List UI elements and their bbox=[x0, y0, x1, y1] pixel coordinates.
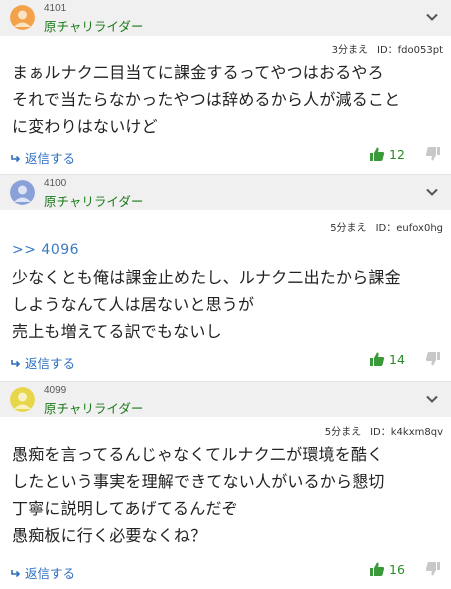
reply-arrow-icon bbox=[11, 154, 21, 162]
thumbs-up-icon bbox=[370, 147, 385, 161]
comment-line: に変わりはないけど bbox=[12, 117, 158, 136]
poster-id: ID：eufox0hg bbox=[375, 223, 443, 234]
chevron-down-icon[interactable] bbox=[425, 392, 439, 406]
timestamp: 3分まえ bbox=[331, 45, 368, 56]
comment-header: 4100 原チャリライダー bbox=[0, 174, 451, 210]
comment-number: 4100 bbox=[44, 178, 67, 189]
comment-line: 愚痴板に行く必要なくね？ bbox=[12, 526, 207, 545]
avatar[interactable] bbox=[10, 180, 35, 205]
poster-id: ID：fdo053pt bbox=[377, 45, 443, 56]
reply-button[interactable]: 返信する bbox=[11, 148, 75, 167]
user-name[interactable]: 原チャリライダー bbox=[44, 16, 143, 35]
avatar[interactable] bbox=[10, 387, 35, 412]
chevron-down-icon[interactable] bbox=[425, 10, 439, 24]
like-count: 14 bbox=[389, 351, 405, 367]
comment-line: したという事実を理解できてない人がいるから懇切 bbox=[12, 472, 385, 491]
comment-line: 少なくとも俺は課金止めたし、ルナク二出たから課金 bbox=[12, 268, 401, 287]
comment-footer: 返信する 14 bbox=[0, 349, 451, 373]
user-name[interactable]: 原チャリライダー bbox=[44, 398, 143, 417]
thumbs-down-icon[interactable] bbox=[425, 561, 441, 577]
person-icon bbox=[10, 387, 35, 412]
like-count: 16 bbox=[389, 561, 405, 577]
comment-header: 4101 原チャリライダー bbox=[0, 0, 451, 36]
thumbs-down-icon[interactable] bbox=[425, 146, 441, 162]
timestamp: 5分まえ bbox=[324, 427, 362, 438]
comment-4100: 4100 原チャリライダー 5分まえ ID：eufox0hg >> 4096 少な… bbox=[0, 174, 451, 379]
thumbs-up-icon bbox=[370, 352, 385, 366]
comment-body: 愚痴を言ってるんじゃなくてルナク二が環境を酷く したという事実を理解できてない人… bbox=[12, 441, 385, 549]
like-count: 12 bbox=[389, 146, 405, 162]
comment-line: それで当たらなかったやつは辞めるから人が減ること bbox=[12, 90, 401, 109]
comment-line: しようなんて人は居ないと思うが bbox=[12, 295, 255, 314]
thumbs-up-icon bbox=[370, 562, 385, 576]
comment-body: >> 4096 少なくとも俺は課金止めたし、ルナク二出たから課金 しようなんて人… bbox=[12, 237, 401, 345]
comment-4101: 4101 原チャリライダー 3分まえ ID：fdo053pt まぁルナク二目当てに… bbox=[0, 0, 451, 172]
comment-feed: 4101 原チャリライダー 3分まえ ID：fdo053pt まぁルナク二目当てに… bbox=[0, 0, 451, 589]
comment-number: 4101 bbox=[44, 3, 67, 14]
like-button[interactable]: 16 bbox=[369, 561, 405, 577]
reply-label: 返信する bbox=[25, 566, 76, 581]
reply-arrow-icon bbox=[11, 569, 21, 577]
timestamp: 5分まえ bbox=[330, 223, 367, 234]
avatar[interactable] bbox=[10, 5, 35, 30]
user-name[interactable]: 原チャリライダー bbox=[44, 191, 143, 210]
comment-line: 売上も増えてる訳でもないし bbox=[12, 322, 222, 341]
comment-line: 愚痴を言ってるんじゃなくてルナク二が環境を酷く bbox=[12, 445, 384, 464]
reply-anchor-link[interactable]: >> 4096 bbox=[12, 237, 401, 264]
comment-number: 4099 bbox=[44, 385, 67, 396]
like-button[interactable]: 12 bbox=[369, 146, 405, 162]
reply-button[interactable]: 返信する bbox=[11, 353, 75, 372]
person-icon bbox=[10, 180, 35, 205]
comment-body: まぁルナク二目当てに課金するってやつはおるやろ それで当たらなかったやつは辞める… bbox=[12, 59, 400, 140]
comment-4099: 4099 原チャリライダー 5分まえ ID：k4kxm8qv 愚痴を言ってるんじゃ… bbox=[0, 381, 451, 589]
comment-meta: 5分まえ ID：eufox0hg bbox=[330, 219, 443, 234]
chevron-down-icon[interactable] bbox=[425, 185, 439, 199]
comment-line: まぁルナク二目当てに課金するってやつはおるやろ bbox=[12, 63, 384, 82]
comment-line: 丁寧に説明してあげてるんだぞ bbox=[12, 499, 238, 518]
reply-button[interactable]: 返信する bbox=[11, 563, 75, 582]
thumbs-down-icon[interactable] bbox=[425, 351, 441, 367]
person-icon bbox=[10, 5, 35, 30]
reply-label: 返信する bbox=[25, 356, 76, 371]
comment-header: 4099 原チャリライダー bbox=[0, 381, 451, 417]
like-button[interactable]: 14 bbox=[369, 351, 405, 367]
comment-footer: 返信する 12 bbox=[0, 144, 451, 168]
reply-arrow-icon bbox=[11, 359, 21, 367]
comment-footer: 返信する 16 bbox=[0, 559, 451, 583]
comment-meta: 5分まえ ID：k4kxm8qv bbox=[325, 423, 443, 438]
comment-meta: 3分まえ ID：fdo053pt bbox=[332, 41, 443, 56]
poster-id: ID：k4kxm8qv bbox=[370, 427, 443, 438]
reply-label: 返信する bbox=[25, 151, 76, 166]
